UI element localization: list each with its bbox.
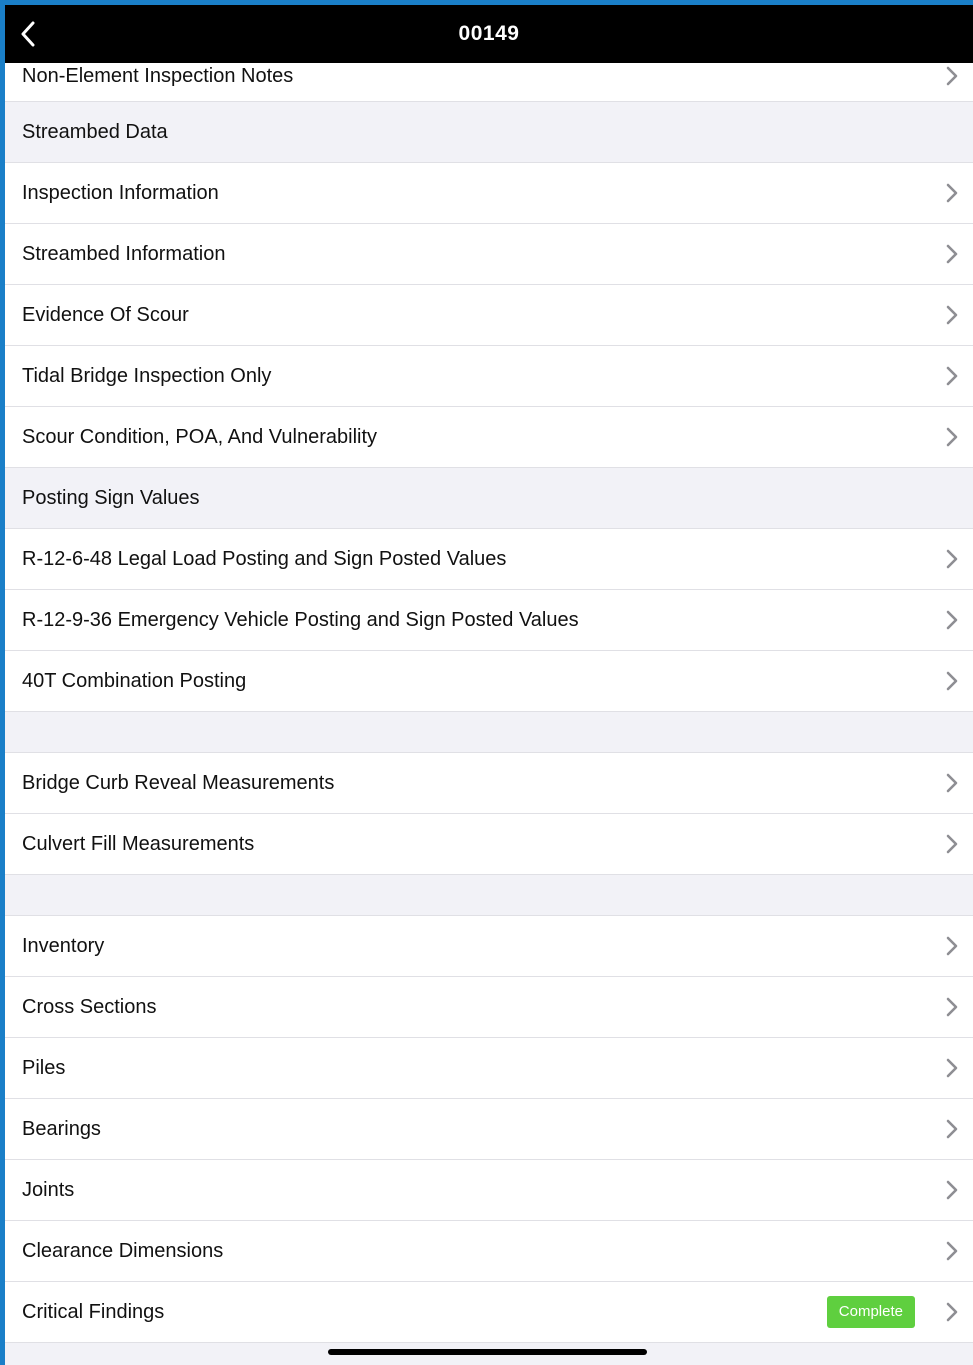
list-item-label: Clearance Dimensions [22, 1239, 224, 1262]
list-item-label: Tidal Bridge Inspection Only [22, 364, 272, 387]
chevron-right-icon [945, 996, 959, 1018]
list-item-label: Scour Condition, POA, And Vulnerability [22, 425, 378, 448]
section-spacer [5, 875, 973, 916]
section-header-streambed: Streambed Data [5, 102, 973, 163]
list-item-clearance-dimensions[interactable]: Clearance Dimensions [5, 1221, 973, 1282]
list-item-label: 40T Combination Posting [22, 669, 247, 692]
list-item-streambed-information[interactable]: Streambed Information [5, 224, 973, 285]
list-item-tidal-bridge-inspection[interactable]: Tidal Bridge Inspection Only [5, 346, 973, 407]
list-item-label: Bearings [22, 1117, 101, 1140]
navigation-bar: 00149 [5, 5, 973, 63]
chevron-right-icon [945, 772, 959, 794]
app-frame: 00149 Non-Element Inspection Notes Strea… [5, 5, 973, 1365]
chevron-right-icon [945, 548, 959, 570]
list-item-label: Bridge Curb Reveal Measurements [22, 771, 335, 794]
list-item-label: Joints [22, 1178, 75, 1201]
list-item-scour-condition[interactable]: Scour Condition, POA, And Vulnerability [5, 407, 973, 468]
chevron-right-icon [945, 935, 959, 957]
list-item-label: Piles [22, 1056, 66, 1079]
settings-list: Non-Element Inspection Notes Streambed D… [5, 41, 973, 1343]
chevron-right-icon [945, 243, 959, 265]
chevron-right-icon [945, 1301, 959, 1323]
list-item-label: Critical Findings [22, 1300, 165, 1323]
chevron-right-icon [945, 1240, 959, 1262]
section-spacer [5, 712, 973, 753]
chevron-right-icon [945, 1057, 959, 1079]
section-header-label: Posting Sign Values [22, 486, 200, 509]
chevron-right-icon [945, 426, 959, 448]
chevron-right-icon [945, 609, 959, 631]
chevron-right-icon [945, 304, 959, 326]
chevron-right-icon [945, 1179, 959, 1201]
list-item-label: R-12-9-36 Emergency Vehicle Posting and … [22, 608, 579, 631]
list-item-label: Inventory [22, 934, 105, 957]
list-item-culvert-fill[interactable]: Culvert Fill Measurements [5, 814, 973, 875]
list-item-legal-load-posting[interactable]: R-12-6-48 Legal Load Posting and Sign Po… [5, 529, 973, 590]
chevron-right-icon [945, 65, 959, 87]
list-item-label: Inspection Information [22, 181, 219, 204]
list-item-label: Streambed Information [22, 242, 226, 265]
list-item-bridge-curb-reveal[interactable]: Bridge Curb Reveal Measurements [5, 753, 973, 814]
list-item-label: Culvert Fill Measurements [22, 832, 255, 855]
page-title: 00149 [458, 22, 520, 45]
list-item-piles[interactable]: Piles [5, 1038, 973, 1099]
chevron-right-icon [945, 365, 959, 387]
chevron-right-icon [945, 1118, 959, 1140]
chevron-right-icon [945, 670, 959, 692]
status-badge: Complete [826, 1296, 915, 1328]
list-item-label: R-12-6-48 Legal Load Posting and Sign Po… [22, 547, 507, 570]
section-header-posting: Posting Sign Values [5, 468, 973, 529]
list-item-40t-combination-posting[interactable]: 40T Combination Posting [5, 651, 973, 712]
section-header-label: Streambed Data [22, 120, 168, 143]
list-item-cross-sections[interactable]: Cross Sections [5, 977, 973, 1038]
chevron-right-icon [945, 833, 959, 855]
list-item-evidence-of-scour[interactable]: Evidence Of Scour [5, 285, 973, 346]
list-item-label: Evidence Of Scour [22, 303, 189, 326]
home-indicator[interactable] [328, 1349, 647, 1355]
list-item-label: Non-Element Inspection Notes [22, 65, 294, 87]
list-item-critical-findings[interactable]: Critical Findings Complete [5, 1282, 973, 1343]
list-item-inspection-information[interactable]: Inspection Information [5, 163, 973, 224]
list-item-bearings[interactable]: Bearings [5, 1099, 973, 1160]
list-item-emergency-vehicle-posting[interactable]: R-12-9-36 Emergency Vehicle Posting and … [5, 590, 973, 651]
list-item-inventory[interactable]: Inventory [5, 916, 973, 977]
chevron-right-icon [945, 182, 959, 204]
list-item-label: Cross Sections [22, 995, 157, 1018]
list-item-joints[interactable]: Joints [5, 1160, 973, 1221]
